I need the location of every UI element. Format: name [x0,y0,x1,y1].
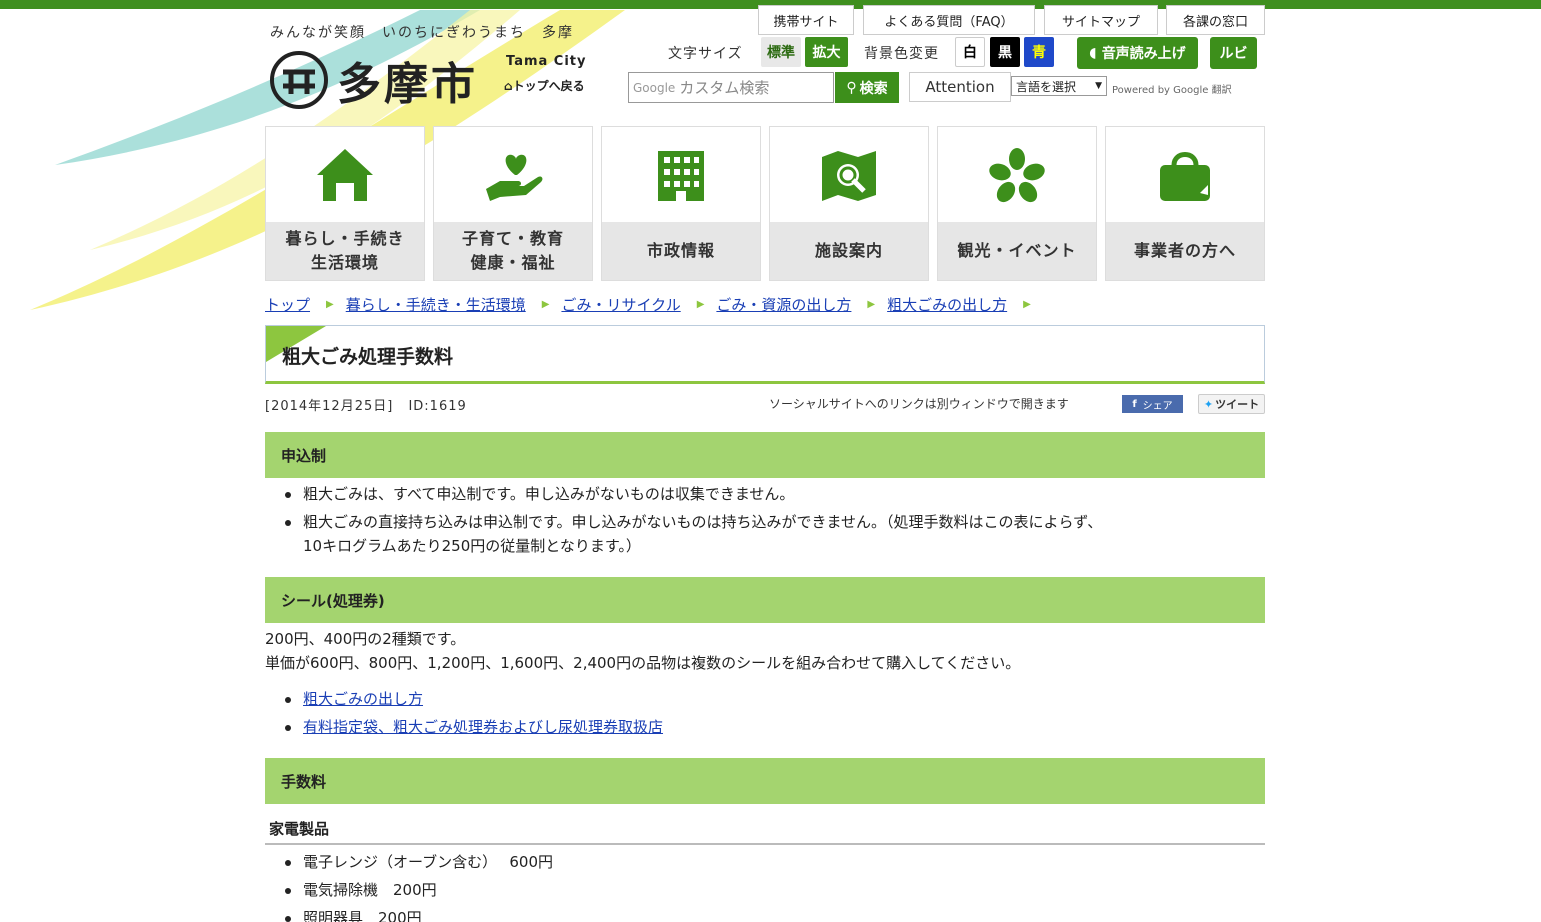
section-heading-fee: 手数料 [265,758,1265,804]
departments-link[interactable]: 各課の窓口 [1166,5,1265,35]
seal-text-2: 単価が600円、800円、1,200円、1,600円、2,400円の品物は複数の… [265,654,1021,672]
breadcrumb-link-oversized[interactable]: 粗大ごみの出し方 [887,294,1007,315]
list-item: 粗大ごみの出し方 [284,687,663,711]
fee-list: 電子レンジ（オーブン含む） 600円 電気掃除機 200円 照明器具 200円 [284,850,553,922]
seal-links: 粗大ごみの出し方 有料指定袋、粗大ごみ処理券およびし尿処理券取扱店 [284,687,663,743]
nav-tile-label: 施設案内 [770,222,928,280]
dropdown-arrow-icon: ▼ [1095,81,1102,91]
back-to-top-label: トップへ戻る [512,79,585,93]
nav-tile-tourism[interactable]: 観光・イベント [937,126,1097,281]
breadcrumb-separator-icon: ▶ [326,299,334,310]
search-input[interactable]: Google カスタム検索 [628,72,834,103]
breadcrumb-separator-icon: ▶ [1023,299,1031,310]
breadcrumb-link-disposal[interactable]: ごみ・資源の出し方 [716,294,851,315]
nav-tile-label: 暮らし・手続き 生活環境 [266,222,424,280]
site-logo[interactable]: 多摩市 [269,48,478,112]
sitemap-link[interactable]: サイトマップ [1044,5,1158,35]
bg-white-button[interactable]: 白 [955,37,985,67]
page-date: [2014年12月25日] [265,399,394,414]
nav-tile-city-info[interactable]: 市政情報 [601,126,761,281]
search-button-label: 検索 [859,80,888,97]
powered-by-google: Powered by Google 翻訳 [1112,85,1232,96]
heart-hand-icon [486,154,543,201]
nav-tile-label: 事業者の方へ [1106,222,1264,280]
nav-tile-living[interactable]: 暮らし・手続き 生活環境 [265,126,425,281]
section-heading-apply: 申込制 [265,432,1265,478]
breadcrumb-separator-icon: ▶ [867,299,876,310]
page-meta: [2014年12月25日] ID:1619 [265,395,467,414]
nav-tile-label: 市政情報 [602,222,760,280]
breadcrumb: トップ ▶ 暮らし・手続き・生活環境 ▶ ごみ・リサイクル ▶ ごみ・資源の出し… [265,294,1043,315]
voice-read-label: 音声読み上げ [1101,46,1186,62]
font-size-label: 文字サイズ [668,46,743,62]
facebook-icon: f [1132,398,1137,410]
voice-read-button[interactable]: ◖ 音声読み上げ [1077,37,1198,69]
breadcrumb-link-living[interactable]: 暮らし・手続き・生活環境 [346,294,526,315]
tweet-label: ツイート [1215,398,1260,411]
bg-blue-button[interactable]: 青 [1024,37,1054,67]
map-search-icon [822,151,876,201]
cherry-blossom-icon [989,148,1045,203]
apply-list: 粗大ごみは、すべて申込制です。申し込みがないものは収集できません。 粗大ごみの直… [284,482,1102,534]
language-select[interactable]: 言語を選択 ▼ [1011,76,1107,96]
subheading-appliances: 家電製品 [265,818,1265,845]
search-icon: ⚲ [846,79,857,96]
tagline: みんなが笑顔 いのちにぎわうまち 多摩 [270,25,574,41]
search-placeholder: カスタム検索 [679,79,770,97]
home-icon: ⌂ [504,79,513,93]
bg-color-label: 背景色変更 [864,46,939,62]
nav-tile-childcare[interactable]: 子育て・教育 健康・福祉 [433,126,593,281]
font-size-large-button[interactable]: 拡大 [805,37,848,67]
tweet-button[interactable]: ✦ ツイート [1198,394,1265,414]
list-item: 電子レンジ（オーブン含む） 600円 [284,850,553,874]
house-icon [317,149,373,201]
logo-english: Tama City [506,54,587,69]
list-item: 粗大ごみの直接持ち込みは申込制です。申し込みがないものは持ち込みができません。（… [284,510,1102,534]
mobile-site-link[interactable]: 携帯サイト [758,5,854,35]
social-note: ソーシャルサイトへのリンクは別ウィンドウで開きます [769,397,1069,411]
seal-text-1: 200円、400円の2種類です。 [265,630,466,648]
search-button[interactable]: ⚲ 検索 [835,72,899,103]
building-icon [658,151,704,201]
attention-button[interactable]: Attention [909,72,1011,102]
nav-tile-business[interactable]: 事業者の方へ [1105,126,1265,281]
back-to-top-link[interactable]: ⌂トップへ戻る [504,77,585,94]
list-item-continuation: 10キログラムあたり250円の従量制となります。） [303,537,641,555]
language-select-value: 言語を選択 [1016,79,1077,94]
faq-link[interactable]: よくある質問（FAQ） [863,5,1035,35]
section-heading-seal: シール(処理券) [265,577,1265,623]
list-item: 有料指定袋、粗大ごみ処理券およびし尿処理券取扱店 [284,715,663,739]
nav-tile-facilities[interactable]: 施設案内 [769,126,929,281]
breadcrumb-link-recycle[interactable]: ごみ・リサイクル [561,294,680,315]
link-oversized-disposal[interactable]: 粗大ごみの出し方 [303,690,423,708]
list-item: 電気掃除機 200円 [284,878,553,902]
list-item: 照明器具 200円 [284,906,553,922]
breadcrumb-link-top[interactable]: トップ [265,294,310,315]
breadcrumb-separator-icon: ▶ [696,299,705,310]
speaker-icon: ◖ [1089,45,1097,61]
facebook-share-button[interactable]: f シェア [1122,395,1183,413]
nav-tile-label: 子育て・教育 健康・福祉 [434,222,592,280]
bag-icon [1160,152,1210,201]
google-logo: Google [633,80,676,95]
share-label: シェア [1142,400,1173,412]
bg-black-button[interactable]: 黒 [990,37,1020,67]
font-size-normal-button[interactable]: 標準 [761,37,801,67]
nav-tile-label: 観光・イベント [938,222,1096,280]
link-retailers[interactable]: 有料指定袋、粗大ごみ処理券およびし尿処理券取扱店 [303,718,663,736]
city-emblem-icon [270,51,328,109]
page-id: ID:1619 [408,399,467,414]
logo-text: 多摩市 [337,59,478,110]
ruby-button[interactable]: ルビ [1210,37,1257,69]
list-item: 粗大ごみは、すべて申込制です。申し込みがないものは収集できません。 [284,482,1102,506]
breadcrumb-separator-icon: ▶ [541,299,550,310]
twitter-icon: ✦ [1203,397,1214,411]
page-title: 粗大ごみ処理手数料 [282,346,454,368]
page-title-box: 粗大ごみ処理手数料 [265,325,1265,384]
main-nav: 暮らし・手続き 生活環境 子育て・教育 健康・福祉 市政情報 施設案内 観光・イ… [265,126,1265,281]
